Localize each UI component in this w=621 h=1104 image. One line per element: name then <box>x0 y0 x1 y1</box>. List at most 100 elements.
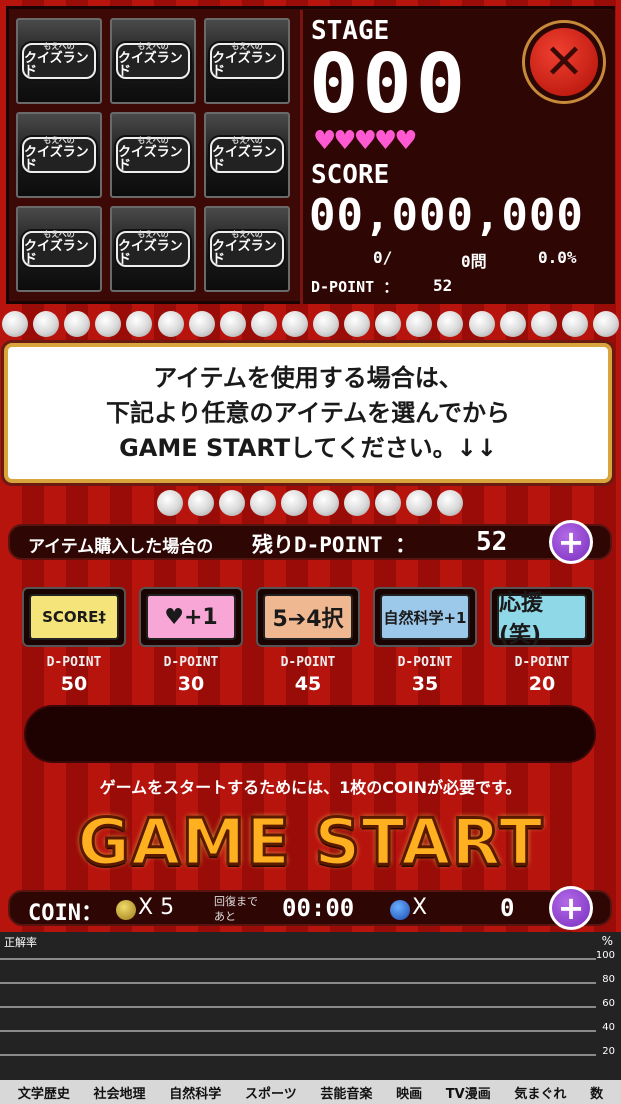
item-label: 自然科学+1 <box>380 594 470 640</box>
category-tab[interactable]: 映画 <box>396 1083 422 1102</box>
pearl-bead <box>281 311 308 337</box>
game-start-button[interactable]: GAME START <box>0 805 621 882</box>
score-label: SCORE <box>311 160 390 190</box>
answered-count: 0問 <box>461 252 487 271</box>
category-tab[interactable]: 社会地理 <box>94 1083 146 1102</box>
pearl-bead <box>188 311 215 337</box>
quiz-logo: もえへの クイズランド <box>22 136 96 174</box>
coin-count: X 5 <box>138 895 175 920</box>
close-button[interactable]: ✕ <box>522 20 606 104</box>
category-tab[interactable]: TV漫画 <box>446 1083 491 1102</box>
quiz-logo-main: クイズランド <box>212 144 277 174</box>
pearl-bead <box>250 311 277 337</box>
quiz-logo-main: クイズランド <box>24 238 89 268</box>
remaining-dpoint-bar: アイテム購入した場合の 残りD-POINT ： 52 <box>8 524 612 560</box>
pearl-bead <box>313 311 339 337</box>
plus-icon: + <box>557 523 585 561</box>
pearl-bead <box>312 490 339 516</box>
item-button[interactable]: 応援(笑) <box>490 587 594 648</box>
quiz-logo-main: クイズランド <box>212 238 277 268</box>
pearl-bead <box>374 490 401 516</box>
quiz-logo-main: クイズランド <box>24 144 89 174</box>
quiz-tile: もえへの クイズランド <box>204 206 290 292</box>
item-dpoint-value: 20 <box>528 673 556 695</box>
category-tab[interactable]: 自然科学 <box>169 1083 221 1102</box>
item-label: ♥+1 <box>146 594 236 640</box>
quiz-logo: もえへの クイズランド <box>116 42 190 80</box>
quiz-logo: もえへの クイズランド <box>210 230 284 268</box>
quiz-tile: もえへの クイズランド <box>16 206 102 292</box>
instruction-line-3: GAME STARTしてください。↓↓ <box>119 433 497 462</box>
dpoint-label: D-POINT ： <box>311 278 399 296</box>
buy-coin-button[interactable]: + <box>549 886 593 930</box>
pearl-bead <box>2 311 28 337</box>
chart-gridline <box>0 982 596 984</box>
pearl-bead <box>219 311 246 337</box>
coin-label: COIN： <box>28 901 103 926</box>
quiz-logo: もえへの クイズランド <box>210 42 284 79</box>
pearl-bead <box>561 311 588 337</box>
item-dpoint-label: D-POINT <box>280 655 336 670</box>
category-tab[interactable]: 気まぐれ <box>514 1083 566 1102</box>
category-tab[interactable]: 数 <box>590 1083 603 1102</box>
pearl-bead <box>33 311 60 337</box>
item-button[interactable]: ♥+1 <box>139 587 243 647</box>
pearl-bead <box>499 311 526 337</box>
pearl-bead <box>468 311 495 337</box>
buy-dpoint-button[interactable]: + <box>549 520 593 564</box>
item-button[interactable]: 自然科学+1 <box>373 587 477 647</box>
item-dpoint-value: 45 <box>294 673 322 695</box>
recover-label-1: 回復まで <box>214 895 258 908</box>
coin-icon <box>116 900 136 920</box>
quiz-tile: もえへの クイズランド <box>204 112 290 198</box>
close-icon: ✕ <box>530 28 598 96</box>
correct-rate: 0.0% <box>538 248 577 267</box>
item-label: SCORE‡ <box>29 594 119 640</box>
pearl-bead <box>344 311 371 337</box>
remaining-dpoint-value: 52 <box>476 527 508 557</box>
item-dpoint-value: 50 <box>60 673 88 695</box>
quiz-logo: もえへの クイズランド <box>22 42 96 80</box>
item-button[interactable]: SCORE‡ <box>22 587 126 647</box>
recover-label-2: あと <box>214 910 236 923</box>
plus-icon: + <box>557 889 585 927</box>
pearl-bead <box>281 490 308 516</box>
quiz-logo: もえへの クイズランド <box>22 230 96 268</box>
instruction-box: アイテムを使用する場合は、 下記より任意のアイテムを選んでから GAME STA… <box>4 343 612 483</box>
quiz-logo-main: クイズランド <box>118 144 183 174</box>
pearl-bead <box>406 311 433 337</box>
blue-coin-x: X <box>412 895 428 920</box>
item-button[interactable]: 5➔4択 <box>256 587 360 647</box>
quiz-tile: もえへの クイズランド <box>110 206 196 292</box>
category-tab[interactable]: 文学歴史 <box>18 1083 70 1102</box>
pearl-bead <box>343 490 370 516</box>
quiz-tile: もえへの クイズランド <box>16 112 102 198</box>
item-dpoint-value: 35 <box>411 673 439 695</box>
quiz-logo-main: クイズランド <box>118 238 183 268</box>
quiz-logo-main: クイズランド <box>118 50 183 80</box>
pearl-bead <box>530 311 557 337</box>
start-note: ゲームをスタートするためには、1枚のCOINが必要です。 <box>99 778 522 797</box>
item-label: 応援(笑) <box>497 591 587 648</box>
chart-gridline <box>0 958 596 960</box>
pearl-bead <box>64 311 91 337</box>
chart-gridline <box>0 1030 596 1032</box>
pearl-bead <box>437 311 464 337</box>
category-tab[interactable]: 芸能音楽 <box>320 1083 372 1102</box>
pearl-bead <box>95 311 122 337</box>
pearl-bead <box>405 490 432 516</box>
stage-value: 000 <box>309 37 470 132</box>
category-tab[interactable]: スポーツ <box>245 1083 297 1102</box>
remaining-label: アイテム購入した場合の <box>28 537 214 557</box>
item-dpoint-value: 30 <box>177 673 205 695</box>
quiz-logo-main: クイズランド <box>24 50 89 80</box>
item-dpoint-label: D-POINT <box>397 655 453 670</box>
chart-tick-label: 60 <box>602 998 615 1009</box>
quiz-logo: もえへの クイズランド <box>116 230 190 268</box>
pearl-bead <box>157 311 184 337</box>
chart-gridline <box>0 1006 596 1008</box>
quiz-tile: もえへの クイズランド <box>16 18 102 104</box>
pearl-bead <box>188 490 215 516</box>
selected-items-bar <box>24 705 596 763</box>
pearl-bead <box>219 490 246 516</box>
